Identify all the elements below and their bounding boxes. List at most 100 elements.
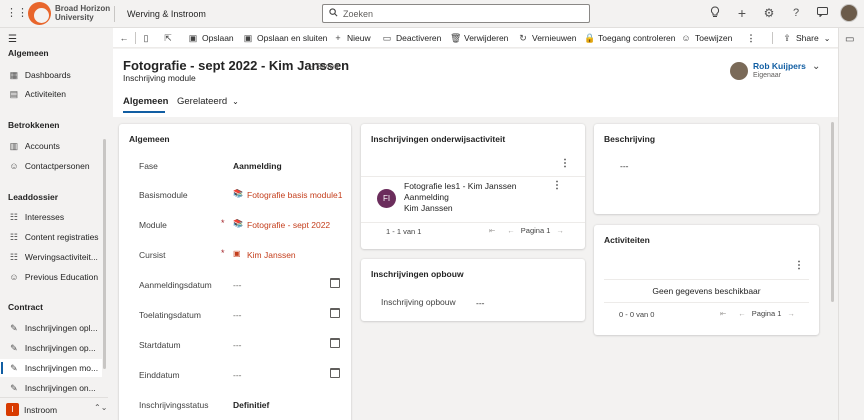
save-button[interactable]: ▣ Opslaan	[188, 32, 234, 44]
person-icon: ☺	[9, 272, 19, 282]
field-value[interactable]: ---	[233, 310, 242, 320]
field-value[interactable]: Aanmelding	[233, 161, 282, 171]
sidebar-item-dashboards[interactable]: ▦ Dashboards	[0, 66, 102, 84]
share-button[interactable]: ⇪ Share ⌄	[782, 32, 830, 44]
refresh-button[interactable]: ↻ Vernieuwen	[518, 32, 576, 44]
productivity-pane-icon[interactable]: ▭	[845, 34, 854, 45]
assign-button[interactable]: ☺ Toewijzen	[681, 32, 732, 44]
sidebar-item-inschrijvingen-op[interactable]: ✎ Inschrijvingen op...	[0, 339, 102, 357]
save-close-button[interactable]: ▣ Opslaan en sluiten	[243, 32, 328, 44]
main-scrollbar[interactable]	[831, 122, 834, 302]
tab-gerelateerd-label: Gerelateerd	[177, 96, 228, 107]
back-arrow-icon: ←	[119, 33, 129, 43]
sidebar-item-interesses[interactable]: ☷ Interesses	[0, 208, 102, 226]
form-view-button[interactable]: ▯	[141, 32, 155, 44]
sidebar-item-content-registraties[interactable]: ☷ Content registraties	[0, 228, 102, 246]
section-beschrijving: Beschrijving ---	[594, 124, 819, 214]
field-value[interactable]: ---	[233, 340, 242, 350]
user-avatar[interactable]	[840, 4, 858, 22]
field-module[interactable]: Module * 📚 Fotografie - sept 2022	[119, 210, 357, 240]
module-icon: 📚	[233, 219, 243, 228]
owner-avatar[interactable]	[730, 62, 748, 80]
field-startdatum[interactable]: Startdatum ---	[119, 330, 357, 360]
field-basismodule[interactable]: Basismodule 📚 Fotografie basis module1	[119, 180, 357, 210]
waffle-icon[interactable]: ⋮⋮	[6, 6, 28, 20]
command-bar: ← ▯ ⇱ ▣ Opslaan ▣ Opslaan en sluiten + Nieu…	[113, 28, 838, 48]
plus-icon[interactable]: +	[735, 6, 749, 20]
search-input[interactable]: Zoeken	[322, 4, 590, 23]
calendar-icon[interactable]	[330, 338, 340, 348]
more-icon: ⋮	[746, 32, 756, 43]
contact-icon: ▣	[233, 249, 241, 258]
tab-gerelateerd[interactable]: Gerelateerd ⌄	[177, 96, 239, 107]
field-toelatingsdatum[interactable]: Toelatingsdatum ---	[119, 300, 357, 330]
more-icon[interactable]: ⋮	[552, 180, 562, 191]
new-label: Nieuw	[347, 33, 371, 43]
list-icon: ☷	[9, 232, 18, 242]
sidebar-item-label: Previous Education	[24, 272, 99, 282]
nav-section-leaddossier: Leaddossier	[8, 192, 59, 202]
calendar-icon[interactable]	[330, 368, 340, 378]
sidebar-item-activiteiten[interactable]: ▤ Activiteiten	[0, 85, 102, 103]
sidebar-item-accounts[interactable]: ▥ Accounts	[0, 137, 102, 155]
field-value-link[interactable]: Fotografie - sept 2022	[247, 220, 330, 230]
deactivate-button[interactable]: ▭ Deactiveren	[382, 32, 442, 44]
header-expand-chevron-icon[interactable]: ⌄	[812, 61, 820, 72]
sidebar-scrollbar[interactable]	[103, 139, 106, 369]
gear-icon[interactable]: ⚙	[762, 6, 776, 20]
field-inschrijvingsstatus[interactable]: Inschrijvingsstatus Definitief	[119, 390, 357, 420]
delete-button[interactable]: 🗑 Verwijderen	[450, 32, 508, 44]
sidebar-item-contactpersonen[interactable]: ☺ Contactpersonen	[0, 157, 102, 175]
field-value[interactable]: ---	[476, 298, 485, 308]
more-icon[interactable]: ⋮	[560, 158, 570, 169]
edit-icon: ✎	[10, 363, 18, 373]
sidebar-item-inschrijvingen-opl[interactable]: ✎ Inschrijvingen opl...	[0, 319, 102, 337]
hamburger-icon[interactable]: ☰	[8, 34, 17, 45]
help-icon[interactable]: ?	[789, 6, 803, 20]
check-access-button[interactable]: 🔒 Toegang controleren	[584, 32, 676, 44]
field-value[interactable]: ---	[233, 370, 242, 380]
field-value-link[interactable]: Fotografie basis module1	[247, 190, 342, 200]
back-button[interactable]: ←	[119, 32, 133, 44]
area-switcher[interactable]: I Instroom ⌃⌄	[0, 397, 108, 420]
field-value-link[interactable]: Kim Janssen	[247, 250, 296, 260]
trash-icon: 🗑	[450, 32, 462, 43]
save-label: Opslaan	[202, 33, 234, 43]
more-commands-button[interactable]: ⋮	[746, 32, 760, 44]
tab-algemeen[interactable]: Algemeen	[123, 96, 168, 107]
field-value[interactable]: Definitief	[233, 400, 269, 410]
field-aanmeldingsdatum[interactable]: Aanmeldingsdatum ---	[119, 270, 357, 300]
list-item[interactable]: FI Fotografie les1 - Kim Janssen Aanmeld…	[367, 180, 579, 224]
dashboard-icon: ▦	[9, 70, 19, 80]
calendar-icon[interactable]	[330, 278, 340, 288]
sidebar-item-inschrijvingen-on[interactable]: ✎ Inschrijvingen on...	[0, 379, 102, 397]
sidebar-item-wervingsactiviteiten[interactable]: ☷ Wervingsactiviteit...	[0, 248, 102, 266]
sidebar-item-previous-education[interactable]: ☺ Previous Education	[0, 268, 102, 286]
next-page-icon[interactable]: →	[787, 309, 795, 318]
open-new-window-button[interactable]: ⇱	[163, 32, 177, 44]
field-fase[interactable]: Fase Aanmelding	[119, 151, 357, 181]
new-button[interactable]: + Nieuw	[333, 32, 371, 44]
feedback-icon[interactable]	[815, 6, 829, 20]
sidebar-item-inschrijvingen-mo[interactable]: ✎ Inschrijvingen mo...	[0, 359, 102, 377]
empty-state: Geen gegevens beschikbaar	[652, 286, 761, 296]
more-icon[interactable]: ⋮	[794, 260, 804, 271]
edit-icon: ✎	[10, 343, 18, 353]
prev-page-icon[interactable]: ←	[738, 309, 746, 318]
side-pane: ▭	[838, 28, 864, 420]
record-title[interactable]: Fotografie les1 - Kim Janssen	[404, 181, 516, 191]
first-page-icon[interactable]: ⇤	[489, 226, 495, 235]
activity-icon: ▤	[9, 89, 19, 99]
app-name[interactable]: Werving & Instroom	[127, 9, 206, 19]
next-page-icon[interactable]: →	[556, 226, 564, 235]
description-value[interactable]: ---	[620, 161, 629, 171]
prev-page-icon[interactable]: ←	[507, 226, 515, 235]
lightbulb-icon[interactable]	[708, 6, 722, 20]
field-value[interactable]: ---	[233, 280, 242, 290]
first-page-icon[interactable]: ⇤	[720, 309, 726, 318]
calendar-icon[interactable]	[330, 308, 340, 318]
owner-link[interactable]: Rob Kuijpers	[753, 61, 806, 71]
field-cursist[interactable]: Cursist * ▣ Kim Janssen	[119, 240, 357, 270]
field-einddatum[interactable]: Einddatum ---	[119, 360, 357, 390]
sidebar-item-label: Content registraties	[24, 232, 99, 242]
